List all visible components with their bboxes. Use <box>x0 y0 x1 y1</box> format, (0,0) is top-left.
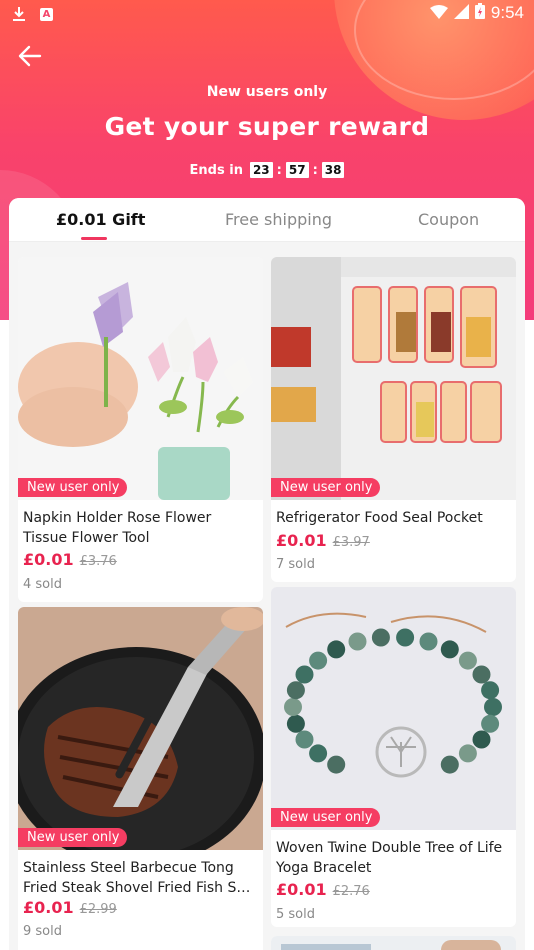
bead <box>286 681 305 700</box>
bead <box>458 744 477 763</box>
bead <box>481 681 500 700</box>
product-card[interactable]: New user only Woven Twine Double Tree of… <box>271 587 516 927</box>
status-bar: A 9:54 <box>0 0 534 30</box>
new-user-badge: New user only <box>18 828 128 847</box>
product-image-bbq-tong <box>18 607 263 850</box>
back-button[interactable] <box>16 42 44 70</box>
new-user-badge: New user only <box>271 808 381 827</box>
product-image-partial <box>271 936 516 950</box>
product-name: Woven Twine Double Tree of Life Yoga Bra… <box>276 840 503 876</box>
countdown: Ends in 23 : 57 : 38 <box>0 162 534 178</box>
product-name-text: Stainless Steel Barbecue Tong Fried Stea… <box>23 860 251 896</box>
product-image-tree-of-life-bracelet <box>271 587 516 830</box>
bead <box>472 665 491 684</box>
current-price: £0.01 <box>276 880 327 899</box>
sold-count: 7 sold <box>276 557 315 572</box>
original-price: £3.97 <box>332 535 370 550</box>
download-icon <box>12 6 26 22</box>
sold-count: 5 sold <box>276 907 315 922</box>
product-card[interactable]: New user only Refrigerator Food Seal Poc… <box>271 257 516 582</box>
product-image-napkin-flower <box>18 257 263 500</box>
tab-gift[interactable]: £0.01 Gift <box>56 210 145 229</box>
product-price: £0.01 £3.97 <box>276 531 370 550</box>
bead <box>440 755 459 774</box>
bead <box>309 744 328 763</box>
product-card[interactable]: New user only Napkin Holder Rose Flower … <box>18 257 263 602</box>
countdown-separator: : <box>312 162 318 178</box>
product-image-food-seal-pocket <box>271 257 516 500</box>
original-price: £2.76 <box>332 884 370 899</box>
bead <box>440 640 459 659</box>
original-price: £2.99 <box>79 902 117 917</box>
app-notification-icon: A <box>40 7 53 21</box>
countdown-hours: 23 <box>249 162 273 178</box>
tab-coupon[interactable]: Coupon <box>418 210 479 229</box>
original-price: £3.76 <box>79 554 117 569</box>
countdown-label: Ends in <box>189 162 243 178</box>
new-user-badge: New user only <box>271 478 381 497</box>
bead <box>458 651 477 670</box>
promo-title: Get your super reward <box>104 112 430 141</box>
product-price: £0.01 £2.76 <box>276 880 370 899</box>
bead <box>284 698 302 716</box>
bead <box>286 714 305 733</box>
tab-free-shipping[interactable]: Free shipping <box>225 210 332 229</box>
bead <box>396 628 415 647</box>
bead <box>348 632 367 651</box>
current-price: £0.01 <box>23 898 74 917</box>
battery-icon <box>474 3 485 23</box>
bead <box>295 665 314 684</box>
bead <box>309 651 328 670</box>
countdown-minutes: 57 <box>285 162 309 178</box>
bead <box>484 698 502 716</box>
product-price: £0.01 £3.76 <box>23 550 117 569</box>
tab-bar: £0.01 Gift Free shipping Coupon <box>9 198 525 242</box>
current-price: £0.01 <box>23 550 74 569</box>
sold-count: 9 sold <box>23 924 62 939</box>
bead <box>472 730 491 749</box>
product-card[interactable] <box>271 936 516 950</box>
bead <box>481 714 500 733</box>
current-price: £0.01 <box>276 531 327 550</box>
wifi-icon <box>429 4 448 23</box>
sold-count: 4 sold <box>23 577 62 592</box>
product-name: Stainless Steel Barbecue Tong Fried Stea… <box>23 858 257 898</box>
bead <box>371 628 390 647</box>
bead <box>327 640 346 659</box>
product-name: Napkin Holder Rose Flower Tissue Flower … <box>23 510 212 546</box>
signal-icon <box>453 3 469 23</box>
clock-time: 9:54 <box>490 3 524 22</box>
tab-indicator <box>81 237 107 240</box>
product-name: Refrigerator Food Seal Pocket <box>276 510 483 526</box>
bead <box>295 730 314 749</box>
arrow-left-icon <box>18 45 42 67</box>
countdown-separator: : <box>276 162 282 178</box>
promo-subtitle: New users only <box>206 84 328 100</box>
bead <box>327 755 346 774</box>
countdown-seconds: 38 <box>321 162 345 178</box>
product-price: £0.01 £2.99 <box>23 898 117 917</box>
offer-panel: £0.01 Gift Free shipping Coupon New user… <box>9 198 525 950</box>
new-user-badge: New user only <box>18 478 128 497</box>
product-card[interactable]: New user only Stainless Steel Barbecue T… <box>18 607 263 950</box>
bead <box>419 632 438 651</box>
